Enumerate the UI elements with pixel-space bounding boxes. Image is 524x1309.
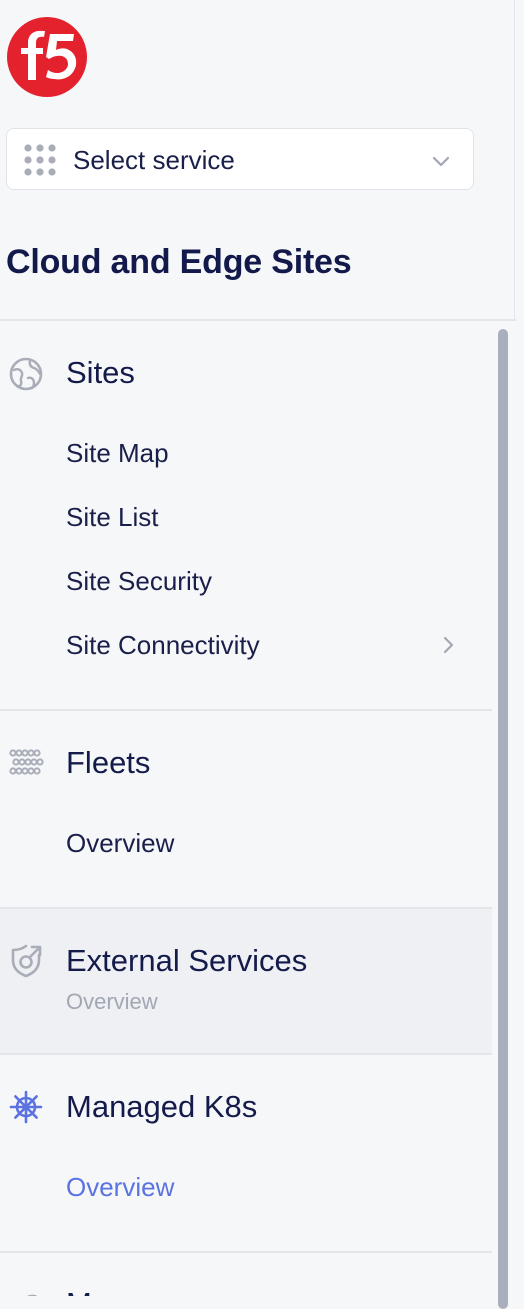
kubernetes-helm-icon: [8, 1089, 44, 1125]
nav-group-fleets: Fleets Overview: [0, 711, 492, 907]
nav-group-label-external-services[interactable]: External Services: [66, 943, 307, 979]
partial-icon: [8, 1286, 44, 1296]
nav-item-site-connectivity[interactable]: Site Connectivity: [66, 629, 260, 661]
f5-logo[interactable]: [6, 16, 88, 98]
sidebar-scrollbar[interactable]: [496, 321, 510, 1309]
globe-icon: [8, 356, 44, 392]
scrollbar-thumb[interactable]: [498, 329, 508, 1309]
nav-group-partial: M: [0, 1253, 492, 1296]
chevron-down-icon: [431, 151, 451, 171]
chevron-right-icon[interactable]: [438, 635, 458, 655]
shield-icon: [8, 943, 44, 979]
service-select-dropdown[interactable]: Select service: [6, 128, 474, 190]
nav-group-managed-k8s: Managed K8s Overview: [0, 1055, 492, 1251]
nav-group-label-sites[interactable]: Sites: [66, 355, 135, 391]
page-title: Cloud and Edge Sites: [6, 243, 352, 281]
grid-dots-icon: [23, 143, 57, 177]
nav-group-external-services[interactable]: External Services Overview: [0, 909, 492, 1053]
nav-group-sites: Sites Site Map Site List Site Security S…: [0, 321, 492, 711]
nav-item-site-map[interactable]: Site Map: [66, 437, 169, 469]
nav-item-managed-k8s-overview[interactable]: Overview: [66, 1171, 174, 1203]
service-select-label: Select service: [73, 145, 235, 175]
nav-item-site-list[interactable]: Site List: [66, 501, 159, 533]
nav-group-label-partial[interactable]: M: [66, 1286, 92, 1296]
header-right-border: [514, 0, 515, 320]
fleet-icon: [8, 745, 44, 781]
nav-item-site-security[interactable]: Site Security: [66, 565, 212, 597]
nav-group-label-managed-k8s[interactable]: Managed K8s: [66, 1089, 257, 1125]
sidebar-nav: Sites Site Map Site List Site Security S…: [0, 321, 492, 1296]
nav-group-label-fleets[interactable]: Fleets: [66, 745, 150, 781]
nav-group-subtitle: Overview: [66, 989, 158, 1014]
nav-item-fleets-overview[interactable]: Overview: [66, 827, 174, 859]
